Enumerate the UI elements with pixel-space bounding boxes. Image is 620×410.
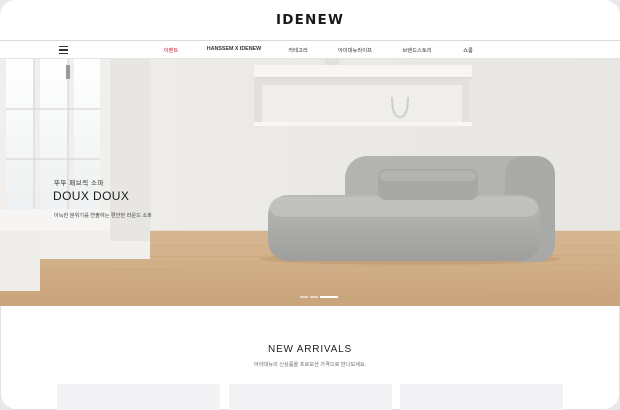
hero-banner[interactable]: 뚜뚜 패브릭 소파 DOUX DOUX 아늑한 분위기를 연출하는 편안한 라운…: [0, 59, 620, 306]
product-card[interactable]: [229, 384, 392, 410]
logo-bar: IDENEW: [0, 0, 620, 40]
nav-item-brand-story[interactable]: 브랜드스토리: [402, 46, 431, 54]
slide-dot[interactable]: [310, 296, 318, 298]
new-arrivals-heading: NEW ARRIVALS: [268, 344, 352, 355]
product-card[interactable]: [400, 384, 563, 410]
slide-dot-active[interactable]: [320, 296, 338, 298]
hero-subtitle: 뚜뚜 패브릭 소파: [54, 180, 104, 187]
nav-item-hanssem-x-idenew[interactable]: HANSSEM X IDENEW: [207, 46, 261, 52]
main-navigation: 이벤트 HANSSEM X IDENEW 카테고리 아이데뉴라이프 브랜드스토리…: [0, 40, 620, 59]
browser-page: IDENEW 이벤트 HANSSEM X IDENEW 카테고리 아이데뉴라이프…: [0, 0, 620, 410]
product-card[interactable]: [57, 384, 220, 410]
hamburger-menu-icon[interactable]: [59, 46, 68, 54]
nav-item-idenew-life[interactable]: 아이데뉴라이프: [338, 46, 372, 54]
slide-dot[interactable]: [300, 296, 308, 298]
slide-pagination[interactable]: [300, 296, 340, 298]
nav-item-category[interactable]: 카테고리: [288, 46, 308, 54]
hero-title: DOUX DOUX: [53, 189, 130, 203]
new-arrivals-subtitle: 아이데뉴의 신상품을 프로모션 가격으로 만나보세요.: [253, 362, 367, 368]
nav-item-showroom[interactable]: 쇼룸: [463, 46, 473, 54]
hero-description: 아늑한 분위기를 연출하는 편안한 라운드 소파: [54, 213, 152, 219]
brand-logo[interactable]: IDENEW: [0, 12, 620, 28]
nav-item-event[interactable]: 이벤트: [164, 46, 179, 54]
